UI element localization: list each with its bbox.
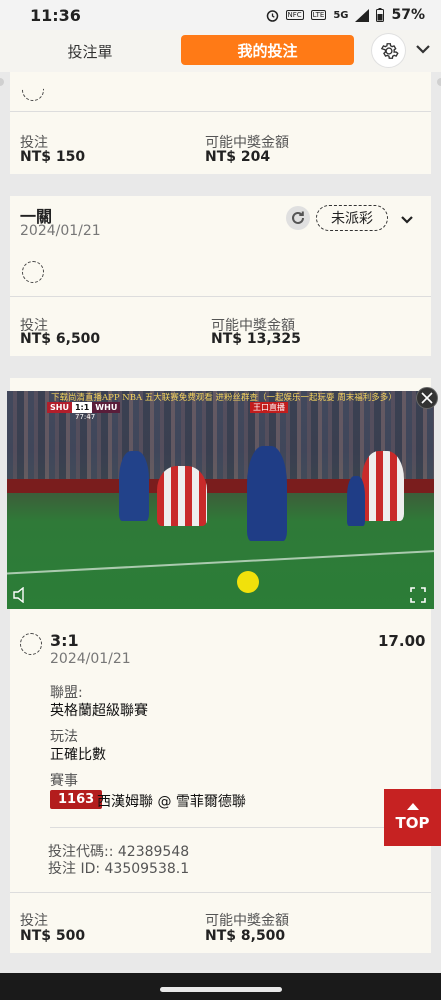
player-figure bbox=[119, 451, 149, 521]
player-figure bbox=[247, 446, 287, 541]
stake-value: NT$ 150 bbox=[20, 149, 86, 165]
gear-icon bbox=[380, 42, 399, 59]
event-label: 賽事 bbox=[50, 773, 78, 789]
market-label: 玩法 bbox=[50, 729, 78, 745]
network-label: 5G bbox=[333, 9, 349, 21]
pitch-line bbox=[7, 548, 434, 576]
player-figure bbox=[362, 451, 404, 521]
event-id-badge: 1163 bbox=[50, 790, 103, 809]
payout-value: NT$ 8,500 bbox=[205, 928, 286, 944]
away-team: WHU bbox=[92, 402, 121, 413]
ball bbox=[237, 571, 259, 593]
fullscreen-icon[interactable] bbox=[410, 587, 426, 603]
arrow-up-icon bbox=[406, 803, 419, 810]
payout-value: NT$ 204 bbox=[205, 149, 271, 165]
edge-dot-left bbox=[0, 78, 4, 86]
close-icon bbox=[421, 392, 433, 404]
bet-card-1: 投注 NT$ 150 可能中獎金額 NT$ 204 bbox=[10, 72, 431, 174]
status-icons: NFC LTE 5G 57% bbox=[266, 7, 425, 23]
refresh-button[interactable] bbox=[286, 206, 310, 230]
settings-button[interactable] bbox=[372, 34, 405, 67]
battery-icon bbox=[376, 8, 385, 22]
chevron-down-icon[interactable] bbox=[414, 40, 432, 58]
status-time: 11:36 bbox=[30, 5, 81, 25]
status-badge: 未派彩 bbox=[316, 205, 388, 231]
live-video-player[interactable]: 下载尚清直播APP NBA 五大联赛免费观看 进粉丝群查（一起娱乐一起玩耍 周末… bbox=[7, 391, 434, 609]
nfc-icon: NFC bbox=[285, 10, 304, 20]
payout-label: 可能中獎金額 bbox=[205, 913, 289, 929]
select-circle[interactable] bbox=[22, 261, 44, 283]
market-value: 正確比數 bbox=[50, 747, 106, 763]
select-circle[interactable] bbox=[20, 633, 42, 655]
bet-date: 2024/01/21 bbox=[20, 223, 101, 239]
volume-icon[interactable] bbox=[13, 587, 31, 603]
alarm-icon bbox=[266, 9, 278, 22]
live-badge: 王口直播 bbox=[250, 402, 288, 413]
event-value: 西漢姆聯 @ 雪菲爾德聯 bbox=[97, 794, 246, 810]
stake-value: NT$ 6,500 bbox=[20, 331, 101, 347]
match-clock: 77:47 bbox=[75, 413, 96, 421]
bet-id: 投注 ID: 43509538.1 bbox=[48, 861, 190, 877]
home-team: SHU bbox=[47, 402, 72, 413]
tab-betslip[interactable]: 投注單 bbox=[40, 41, 140, 62]
detail-divider bbox=[50, 827, 413, 828]
stake-label: 投注 bbox=[20, 913, 48, 929]
scoreboard: SHU 1:1 WHU bbox=[47, 402, 121, 413]
top-label: TOP bbox=[395, 814, 430, 832]
card-divider bbox=[10, 892, 431, 893]
odds-value: 17.00 bbox=[378, 632, 426, 650]
league-value: 英格蘭超級聯賽 bbox=[50, 703, 148, 719]
back-to-top-button[interactable]: TOP bbox=[384, 789, 441, 846]
match-score: 1:1 bbox=[71, 402, 93, 413]
player-figure bbox=[347, 476, 365, 526]
app-header: 投注單 我的投注 bbox=[0, 30, 441, 72]
status-bar: 11:36 NFC LTE 5G 57% bbox=[0, 0, 441, 30]
select-circle[interactable] bbox=[22, 88, 44, 101]
close-video-button[interactable] bbox=[416, 387, 438, 409]
battery-level: 57% bbox=[391, 7, 425, 23]
tab-my-bets[interactable]: 我的投注 bbox=[181, 35, 354, 65]
lte-icon: LTE bbox=[310, 10, 327, 20]
stake-value: NT$ 500 bbox=[20, 928, 86, 944]
bet-date: 2024/01/21 bbox=[50, 651, 131, 667]
home-indicator[interactable] bbox=[160, 987, 282, 992]
edge-dot-right bbox=[437, 78, 441, 86]
bet-card-2: 一關 2024/01/21 未派彩 投注 NT$ 6,500 可能中獎金額 NT… bbox=[10, 196, 431, 356]
payout-value: NT$ 13,325 bbox=[211, 331, 301, 347]
player-figure bbox=[157, 466, 207, 526]
signal-icon bbox=[355, 8, 370, 22]
card-divider bbox=[10, 111, 431, 112]
refresh-icon bbox=[292, 211, 304, 224]
league-label: 聯盟: bbox=[50, 685, 83, 701]
chevron-down-icon[interactable] bbox=[400, 212, 414, 226]
card-divider bbox=[10, 296, 431, 297]
selection-title: 3:1 bbox=[50, 631, 79, 650]
